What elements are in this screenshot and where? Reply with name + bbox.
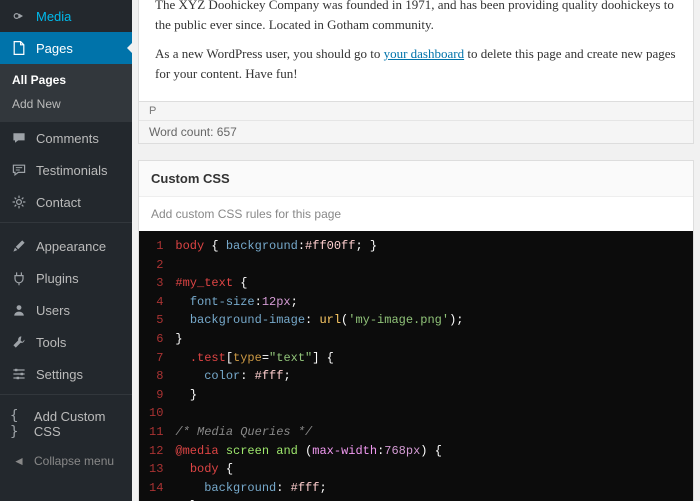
sidebar-separator (0, 394, 132, 400)
editor-status-bar: P Word count: 657 (138, 102, 694, 144)
sidebar-tools[interactable]: Tools (0, 326, 132, 358)
editor-body[interactable]: The XYZ Doohickey Company was founded in… (138, 0, 694, 102)
sidebar-sub-all-pages[interactable]: All Pages (0, 68, 132, 92)
css-code-editor[interactable]: 12345678910111213141516 body { backgroun… (139, 231, 693, 501)
sidebar-users[interactable]: Users (0, 294, 132, 326)
sidebar-item-label: Add Custom CSS (34, 409, 124, 439)
sidebar-item-label: Pages (36, 41, 73, 56)
sidebar-separator (0, 222, 132, 228)
sidebar-testimonials[interactable]: Testimonials (0, 154, 132, 186)
editor-paragraph: The XYZ Doohickey Company was founded in… (155, 0, 677, 34)
plug-icon (10, 269, 28, 287)
metabox-hint: Add custom CSS rules for this page (139, 197, 693, 227)
admin-sidebar: Media Pages All PagesAdd New Comments Tes… (0, 0, 132, 501)
code-body[interactable]: body { background:#ff00ff; } #my_text { … (167, 231, 693, 501)
users-icon (10, 301, 28, 319)
sidebar-item-label: Testimonials (36, 163, 108, 178)
metabox-title[interactable]: Custom CSS (139, 161, 693, 197)
sidebar-settings[interactable]: Settings (0, 358, 132, 390)
code-gutter: 12345678910111213141516 (139, 231, 167, 501)
collapse-menu[interactable]: ◄ Collapse menu (0, 446, 132, 476)
sidebar-item-label: Tools (36, 335, 66, 350)
editor-path: P (139, 102, 693, 121)
sliders-icon (10, 365, 28, 383)
editor-paragraph: As a new WordPress user, you should go t… (155, 44, 677, 83)
comment-icon (10, 129, 28, 147)
brush-icon (10, 237, 28, 255)
dashboard-link[interactable]: your dashboard (384, 46, 465, 61)
sidebar-appearance[interactable]: Appearance (0, 230, 132, 262)
sidebar-item-label: Comments (36, 131, 99, 146)
collapse-label: Collapse menu (34, 454, 114, 468)
sidebar-item-label: Contact (36, 195, 81, 210)
sidebar-item-label: Media (36, 9, 71, 24)
sidebar-add-custom-css[interactable]: { } Add Custom CSS (0, 402, 132, 446)
sidebar-item-label: Appearance (36, 239, 106, 254)
cog-icon (10, 193, 28, 211)
sidebar-sub-add-new[interactable]: Add New (0, 92, 132, 116)
wrench-icon (10, 333, 28, 351)
custom-css-metabox: Custom CSS Add custom CSS rules for this… (138, 160, 694, 501)
sidebar-item-label: Settings (36, 367, 83, 382)
sidebar-media[interactable]: Media (0, 0, 132, 32)
media-icon (10, 7, 28, 25)
sidebar-item-label: Plugins (36, 271, 79, 286)
sidebar-comments[interactable]: Comments (0, 122, 132, 154)
sidebar-item-label: Users (36, 303, 70, 318)
sidebar-pages[interactable]: Pages (0, 32, 132, 64)
page-icon (10, 39, 28, 57)
collapse-icon: ◄ (10, 454, 28, 468)
sidebar-plugins[interactable]: Plugins (0, 262, 132, 294)
sidebar-submenu: All PagesAdd New (0, 64, 132, 122)
word-count: Word count: 657 (139, 121, 693, 143)
testimonial-icon (10, 161, 28, 179)
sidebar-contact[interactable]: Contact (0, 186, 132, 218)
braces-icon: { } (10, 415, 26, 433)
main-content: The XYZ Doohickey Company was founded in… (132, 0, 700, 501)
